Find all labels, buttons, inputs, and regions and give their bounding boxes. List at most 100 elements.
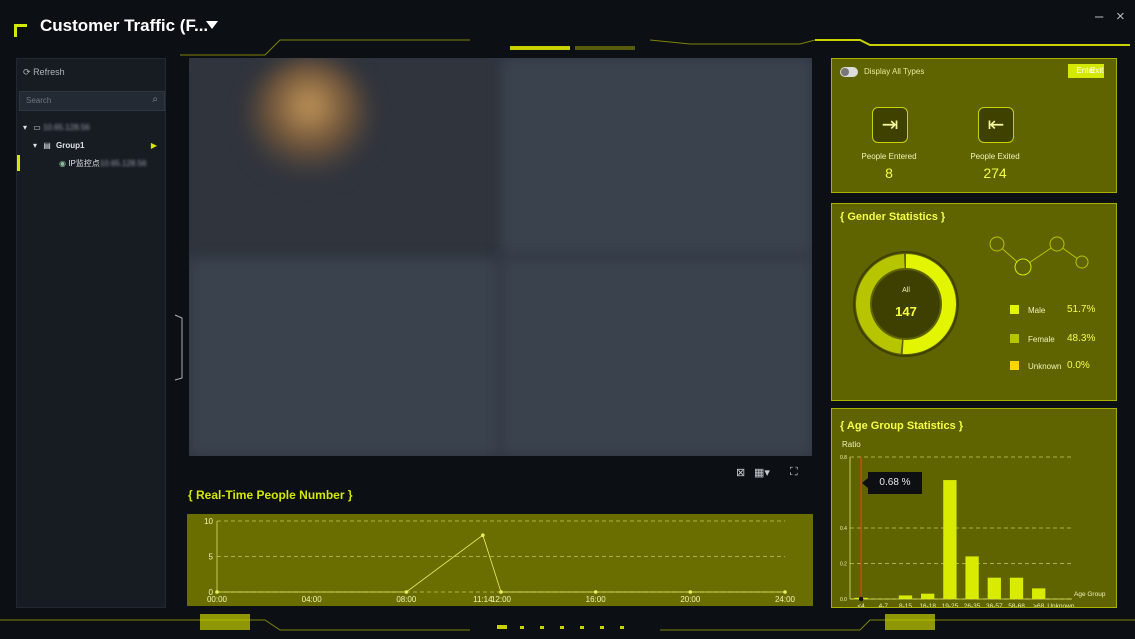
selection-indicator	[17, 155, 20, 171]
layout-icon[interactable]: ▦▾	[754, 466, 770, 479]
x-tick-label: 19-25	[942, 603, 959, 607]
x-tick-label: 08:00	[396, 595, 417, 604]
video-blurred-subject	[249, 58, 369, 178]
legend-label: Female	[1028, 335, 1055, 344]
age-ylabel: Ratio	[842, 440, 861, 449]
people-exited-value: 274	[983, 165, 1007, 181]
legend-value: 51.7%	[1067, 304, 1096, 315]
x-tick-label: 12:00	[491, 595, 512, 604]
realtime-chart: 10 5 0 00:00 04:00 08:00 11:14 12:00 16:00 20:00 2…	[187, 514, 813, 606]
data-point	[215, 590, 219, 594]
age-bar	[898, 595, 913, 599]
x-tick-label: 8-15	[899, 603, 912, 607]
legend-label: Unknown	[1028, 362, 1062, 371]
marker-dot	[858, 596, 864, 602]
x-tick-label: 26-35	[964, 603, 981, 607]
camera-ip-label: 10.65.128.56	[99, 159, 147, 168]
x-tick-label: >68	[1033, 603, 1044, 607]
x-tick-label: 4-7	[879, 603, 889, 607]
data-point	[499, 590, 503, 594]
data-point	[593, 590, 598, 594]
age-title: { Age Group Statistics }	[840, 420, 964, 432]
gender-panel: { Gender Statistics } All 147 Male 51.7%…	[831, 203, 1117, 401]
device-ip-label: 10.65.128.56	[43, 123, 90, 132]
x-tick-label: 58-68	[1008, 603, 1025, 607]
age-bar	[987, 577, 1001, 599]
people-entered-value: 8	[885, 165, 893, 181]
age-bar	[1032, 588, 1046, 599]
play-icon[interactable]: ▶	[151, 139, 157, 153]
group-label: Group1	[56, 141, 85, 150]
tab-exit[interactable]: Exit	[1090, 64, 1103, 78]
refresh-icon: ⟳	[23, 67, 31, 77]
x-tick-label: <4	[857, 603, 865, 607]
display-all-toggle[interactable]	[840, 67, 858, 77]
exit-door-icon: ⇤	[978, 107, 1014, 143]
age-panel: { Age Group Statistics } Ratio 0.8 0.4 0.2…	[831, 408, 1117, 608]
fullscreen-icon[interactable]: ⛶	[790, 466, 798, 479]
camera-icon: ◉	[59, 159, 66, 168]
series-line	[217, 534, 785, 593]
refresh-label: Refresh	[33, 67, 65, 77]
data-point	[404, 590, 409, 594]
age-bar	[921, 593, 935, 599]
counts-panel: Display All Types ⇥ ⇤ People Entered 8 P…	[831, 58, 1117, 193]
data-point	[688, 590, 693, 594]
gender-decoration	[989, 236, 1089, 276]
y-tick-label: 5	[209, 553, 214, 562]
search-input[interactable]: Search	[26, 96, 51, 105]
realtime-title: { Real-Time People Number }	[188, 488, 353, 502]
y-tick-label: 0.4	[840, 526, 847, 532]
legend-value: 48.3%	[1067, 333, 1096, 344]
device-tree-panel: ⟳ Refresh Search ⌕ ▾ ▭ 10.65.128.56 ▾ ▤ …	[16, 58, 166, 608]
search-icon[interactable]: ⌕	[152, 94, 158, 105]
gender-title: { Gender Statistics }	[840, 211, 946, 223]
y-tick-label: 0.8	[840, 455, 847, 461]
x-tick-label: 00:00	[207, 595, 228, 604]
age-bar	[943, 480, 957, 599]
x-tick-label: Unknown	[1047, 603, 1074, 607]
y-tick-label: 0.0	[840, 597, 847, 603]
chevron-down-icon[interactable]: ▾	[23, 123, 27, 132]
video-tile	[189, 258, 499, 456]
x-tick-label: 16:00	[586, 595, 607, 604]
age-tooltip: 0.68 %	[862, 472, 922, 494]
legend-label: Male	[1028, 306, 1046, 315]
x-axis-label: Age Group	[1074, 591, 1106, 598]
legend-swatch	[1010, 361, 1019, 370]
legend-swatch	[1010, 334, 1019, 343]
x-tick-label: 04:00	[302, 595, 323, 604]
camera-label: IP监控点	[68, 159, 100, 168]
y-tick-label: 10	[204, 517, 213, 526]
x-tick-label: 20:00	[680, 595, 701, 604]
tree-item-group[interactable]: ▾ ▤ Group1 ▶	[33, 139, 161, 153]
refresh-button[interactable]: ⟳ Refresh	[23, 67, 65, 78]
legend-value: 0.0%	[1067, 360, 1090, 371]
donut-total: 147	[895, 304, 917, 319]
search-box[interactable]: Search ⌕	[19, 91, 165, 111]
data-point	[481, 533, 485, 537]
close-video-icon[interactable]: ⊠	[736, 466, 745, 479]
tree-item-device[interactable]: ▾ ▭ 10.65.128.56	[23, 121, 90, 135]
x-tick-label: 24:00	[775, 595, 796, 604]
donut-center-label: All	[902, 287, 910, 294]
chevron-down-icon[interactable]: ▾	[33, 141, 37, 150]
people-entered-label: People Entered	[861, 152, 917, 161]
video-preview[interactable]	[189, 58, 812, 456]
y-tick-label: 0.2	[840, 562, 847, 568]
video-tile	[501, 258, 812, 456]
toggle-label: Display All Types	[864, 67, 925, 76]
x-tick-label: 36-57	[986, 603, 1003, 607]
data-point	[783, 590, 787, 594]
legend-swatch	[1010, 305, 1019, 314]
realtime-chart-svg: 105000:00 04:00 08:00 11:1412:00 16:00 20:00 2…	[204, 517, 796, 604]
enter-door-icon: ⇥	[872, 107, 908, 143]
age-bar	[1009, 577, 1024, 599]
tree-item-camera[interactable]: ◉ IP监控点10.65.128.56	[59, 157, 147, 171]
age-bar	[965, 556, 979, 599]
server-icon: ▭	[33, 123, 41, 132]
group-icon: ▤	[43, 141, 51, 150]
x-tick-label: 16-18	[919, 603, 936, 607]
video-tile	[501, 58, 812, 256]
people-exited-label: People Exited	[970, 152, 1020, 161]
